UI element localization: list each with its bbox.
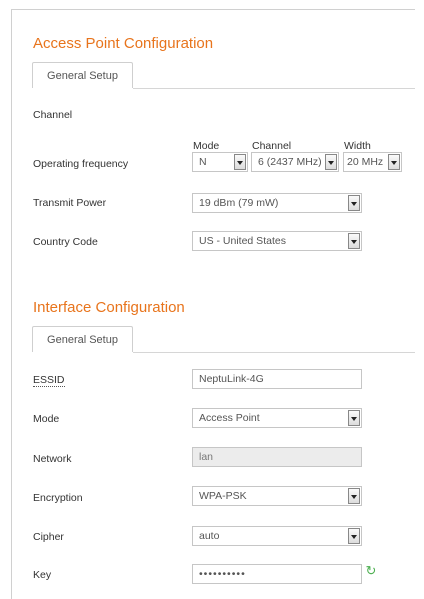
transmit-power-select[interactable]: 19 dBm (79 mW) — [192, 193, 362, 213]
chevron-down-icon — [348, 410, 360, 426]
width-select-value: 20 MHz — [347, 156, 384, 168]
interface-mode-select[interactable]: Access Point — [192, 408, 362, 428]
tab-divider — [133, 88, 415, 89]
essid-label: ESSID — [33, 374, 65, 387]
tab-general-setup-ap[interactable]: General Setup — [32, 62, 133, 88]
transmit-power-value: 19 dBm (79 mW) — [199, 197, 279, 209]
transmit-power-label: Transmit Power — [33, 197, 107, 209]
access-point-title: Access Point Configuration — [33, 35, 214, 52]
chevron-down-icon — [325, 154, 337, 170]
chevron-down-icon — [388, 154, 400, 170]
mode-select[interactable]: N — [192, 152, 248, 172]
tab-divider — [133, 352, 415, 353]
width-column-label: Width — [344, 140, 371, 152]
cipher-label: Cipher — [33, 531, 64, 543]
essid-input[interactable]: NeptuLink-4G — [192, 369, 362, 389]
interface-mode-value: Access Point — [199, 412, 260, 424]
network-label: Network — [33, 453, 72, 465]
country-code-select[interactable]: US - United States — [192, 231, 362, 251]
encryption-value: WPA-PSK — [199, 490, 247, 502]
interface-title: Interface Configuration — [33, 299, 185, 316]
key-password-input[interactable]: •••••••••• — [192, 564, 362, 584]
cipher-value: auto — [199, 530, 220, 542]
country-code-value: US - United States — [199, 235, 286, 247]
channel-select-value: 6 (2437 MHz) — [258, 156, 322, 168]
encryption-select[interactable]: WPA-PSK — [192, 486, 362, 506]
encryption-label: Encryption — [33, 492, 83, 504]
network-field: lan — [192, 447, 362, 467]
chevron-down-icon — [348, 233, 360, 249]
channel-select[interactable]: 6 (2437 MHz) — [251, 152, 339, 172]
operating-frequency-label: Operating frequency — [33, 158, 129, 170]
mode-column-label: Mode — [193, 140, 220, 152]
refresh-icon[interactable]: ↻ — [365, 564, 377, 577]
chevron-down-icon — [348, 528, 360, 544]
tab-general-setup-interface[interactable]: General Setup — [32, 326, 133, 352]
country-code-label: Country Code — [33, 236, 98, 248]
cipher-select[interactable]: auto — [192, 526, 362, 546]
chevron-down-icon — [348, 195, 360, 211]
mode-label: Mode — [33, 413, 60, 425]
mode-select-value: N — [199, 156, 207, 168]
channel-heading: Channel — [33, 109, 73, 121]
chevron-down-icon — [348, 488, 360, 504]
chevron-down-icon — [234, 154, 246, 170]
channel-column-label: Channel — [252, 140, 292, 152]
key-label: Key — [33, 569, 52, 581]
width-select[interactable]: 20 MHz — [343, 152, 402, 172]
